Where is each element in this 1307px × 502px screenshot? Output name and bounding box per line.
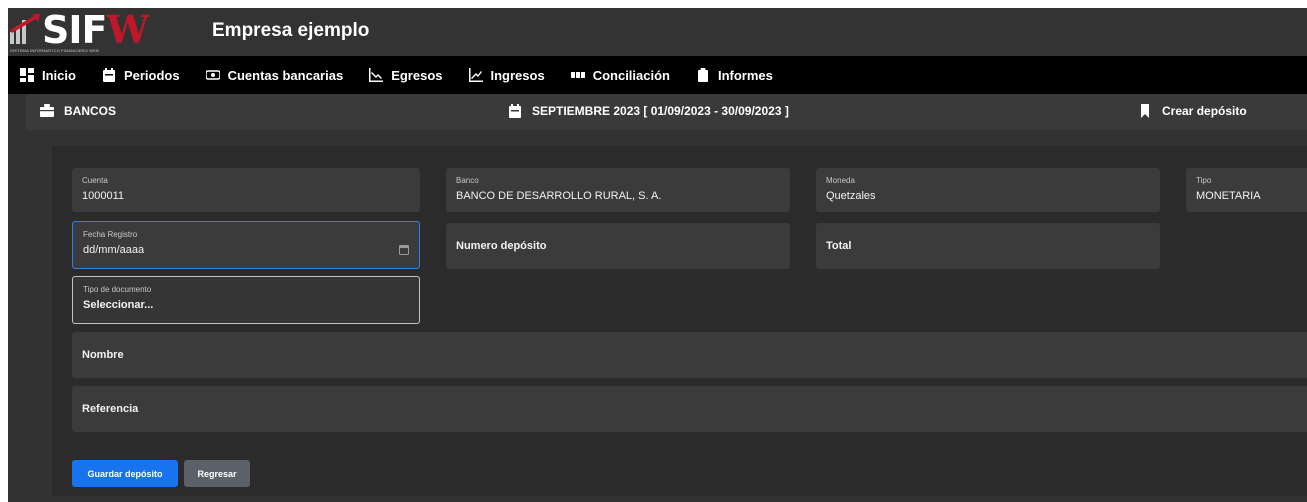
moneda-value: Quetzales — [826, 190, 876, 202]
moneda-field: Moneda Quetzales — [816, 168, 1160, 212]
fecha-registro-label: Fecha Registro — [83, 230, 138, 239]
tipo-value: MONETARIA — [1196, 190, 1261, 202]
create-deposit-link[interactable]: Crear depósito — [1138, 104, 1247, 118]
fecha-registro-value: dd/mm/aaaa — [83, 244, 145, 256]
cuenta-label: Cuenta — [82, 176, 108, 185]
app-header: SIFW SISTEMA INFORMATICO FINANCIERO WEB … — [8, 8, 1307, 56]
bookmark-icon — [1141, 104, 1149, 118]
banco-value: BANCO DE DESARROLLO RURAL, S. A. — [456, 190, 662, 202]
bank-icon — [40, 104, 54, 117]
app-window: SIFW SISTEMA INFORMATICO FINANCIERO WEB … — [8, 8, 1307, 502]
numero-deposito-input[interactable]: Numero depósito — [446, 223, 790, 269]
moneda-label: Moneda — [826, 176, 855, 185]
calendar-icon — [102, 68, 115, 82]
nav-label: Inicio — [42, 67, 76, 83]
referencia-placeholder: Referencia — [82, 403, 139, 415]
nombre-input[interactable]: Nombre — [72, 332, 1307, 378]
nav-item-cuentas-bancarias[interactable]: Cuentas bancarias — [205, 67, 344, 83]
calendar-picker-icon[interactable] — [399, 244, 409, 255]
tipo-documento-value: Seleccionar... — [83, 299, 154, 311]
fecha-registro-input[interactable]: Fecha Registro dd/mm/aaaa — [72, 221, 420, 269]
create-deposit-label: Crear depósito — [1162, 104, 1247, 118]
numero-deposito-placeholder: Numero depósito — [456, 240, 547, 252]
nav-item-inicio[interactable]: Inicio — [20, 68, 76, 83]
logo-mark-icon — [10, 14, 40, 44]
company-name: Empresa ejemplo — [212, 20, 370, 41]
referencia-input[interactable]: Referencia — [72, 386, 1307, 432]
nav-item-conciliacion[interactable]: Conciliación — [570, 67, 670, 83]
nav-item-ingresos[interactable]: Ingresos — [468, 67, 545, 83]
nav-label: Ingresos — [490, 67, 545, 83]
total-placeholder: Total — [826, 240, 852, 252]
period-indicator: SEPTIEMBRE 2023 [ 01/09/2023 - 30/09/202… — [508, 104, 789, 118]
page-subheader: BANCOS SEPTIEMBRE 2023 [ 01/09/2023 - 30… — [26, 94, 1307, 130]
logo-wordmark: SIFW — [42, 8, 149, 52]
nav-item-informes[interactable]: Informes — [696, 68, 773, 83]
main-nav: Inicio Periodos Cuentas bancarias Egreso… — [8, 56, 1307, 94]
tipo-field: Tipo MONETARIA — [1186, 168, 1307, 212]
tipo-documento-label: Tipo de documento — [83, 285, 152, 294]
columns-icon — [570, 72, 585, 78]
chart-up-icon — [468, 68, 483, 82]
nav-item-egresos[interactable]: Egresos — [369, 67, 443, 83]
banco-field: Banco BANCO DE DESARROLLO RURAL, S. A. — [446, 168, 790, 212]
logo-tagline: SISTEMA INFORMATICO FINANCIERO WEB — [10, 48, 99, 53]
cuenta-field: Cuenta 1000011 — [72, 168, 420, 212]
money-icon — [205, 70, 220, 80]
cuenta-value: 1000011 — [82, 190, 125, 202]
calendar-icon — [509, 104, 521, 118]
tipo-label: Tipo — [1196, 176, 1212, 185]
nav-label: Conciliación — [592, 67, 670, 83]
nav-label: Egresos — [391, 67, 443, 83]
nombre-placeholder: Nombre — [82, 349, 124, 361]
save-deposit-button[interactable]: Guardar depósito — [72, 460, 178, 487]
nav-label: Informes — [717, 67, 773, 83]
nav-label: Cuentas bancarias — [227, 67, 344, 83]
total-input[interactable]: Total — [816, 223, 1160, 269]
back-button[interactable]: Regresar — [184, 460, 250, 487]
nav-label: Periodos — [123, 67, 180, 83]
grid-icon — [20, 68, 34, 82]
sifw-logo[interactable]: SIFW SISTEMA INFORMATICO FINANCIERO WEB — [8, 8, 178, 56]
nav-item-periodos[interactable]: Periodos — [102, 68, 180, 83]
period-label: SEPTIEMBRE 2023 [ 01/09/2023 - 30/09/202… — [532, 104, 789, 118]
banco-label: Banco — [456, 176, 479, 185]
section-title: BANCOS — [40, 104, 116, 118]
chart-down-icon — [369, 68, 384, 82]
tipo-documento-select[interactable]: Tipo de documento Seleccionar... — [72, 276, 420, 324]
section-label: BANCOS — [64, 104, 117, 118]
clipboard-icon — [697, 68, 708, 82]
